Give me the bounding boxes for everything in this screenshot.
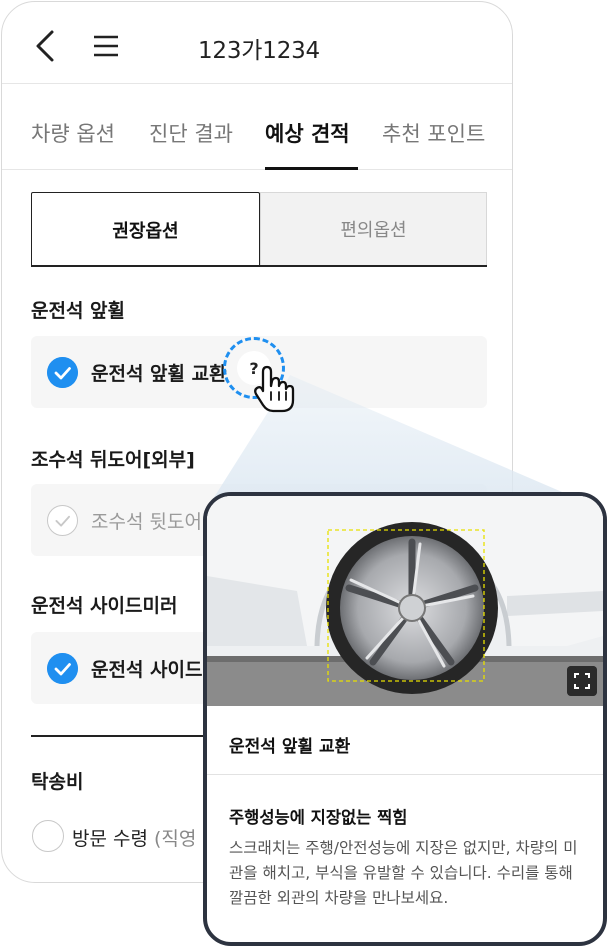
tab-diagnosis-results[interactable]: 진단 결과 — [149, 118, 233, 148]
visit-pickup-label[interactable]: 방문 수령 (직영 — [72, 824, 196, 851]
popup-description: 스크래치는 주행/안전성능에 지장은 없지만, 차량의 미관을 해치고, 부식을… — [229, 839, 578, 907]
option-label: 조수석 뒷도어 — [91, 511, 202, 533]
section-title-driver-side-mirror: 운전석 사이드미러 — [31, 595, 178, 617]
checked-circle-icon[interactable] — [47, 357, 78, 388]
segment-divider — [31, 265, 487, 267]
segment-recommended-options[interactable]: 권장옵션 — [31, 192, 260, 266]
pointer-hand-icon — [254, 365, 295, 413]
segment-convenience-options[interactable]: 편의옵션 — [260, 192, 487, 266]
hamburger-menu-icon[interactable] — [92, 34, 120, 58]
option-label: 운전석 사이드 — [91, 659, 203, 681]
tab-estimated-quote[interactable]: 예상 견적 — [265, 118, 350, 148]
visit-pickup-sub: (직영 — [154, 828, 197, 850]
checked-circle-icon[interactable] — [47, 653, 78, 684]
main-tabs: 차량 옵션 진단 결과 예상 견적 추천 포인트 — [2, 84, 512, 170]
popup-heading: 주행성능에 지장없는 찍힘 — [229, 808, 408, 827]
active-tab-indicator — [265, 167, 358, 170]
section-title-passenger-rear-door: 조수석 뒤도어[외부] — [31, 449, 195, 471]
app-header: 123가1234 — [2, 2, 512, 84]
tab-recommend-points[interactable]: 추천 포인트 — [382, 118, 485, 148]
visit-pickup-radio[interactable] — [32, 820, 64, 852]
visit-pickup-main: 방문 수령 — [72, 828, 148, 850]
wheel-detail-popup: 운전석 앞휠 교환 주행성능에 지장없는 찍힘 스크래치는 주행/안전성능에 지… — [203, 492, 607, 946]
plate-number-title: 123가1234 — [198, 38, 320, 64]
section-title-towing-fee: 탁송비 — [31, 771, 84, 793]
expand-fullscreen-icon[interactable] — [567, 666, 597, 696]
popup-divider — [207, 774, 603, 775]
popup-title: 운전석 앞휠 교환 — [229, 737, 351, 757]
back-arrow-icon[interactable] — [32, 28, 60, 64]
unchecked-circle-icon[interactable] — [47, 505, 78, 536]
section-title-driver-front-wheel: 운전석 앞휠 — [31, 300, 126, 322]
tab-vehicle-options[interactable]: 차량 옵션 — [31, 118, 115, 148]
damaged-wheel-photo — [207, 496, 603, 706]
option-label: 운전석 앞휠 교환 — [91, 363, 227, 385]
